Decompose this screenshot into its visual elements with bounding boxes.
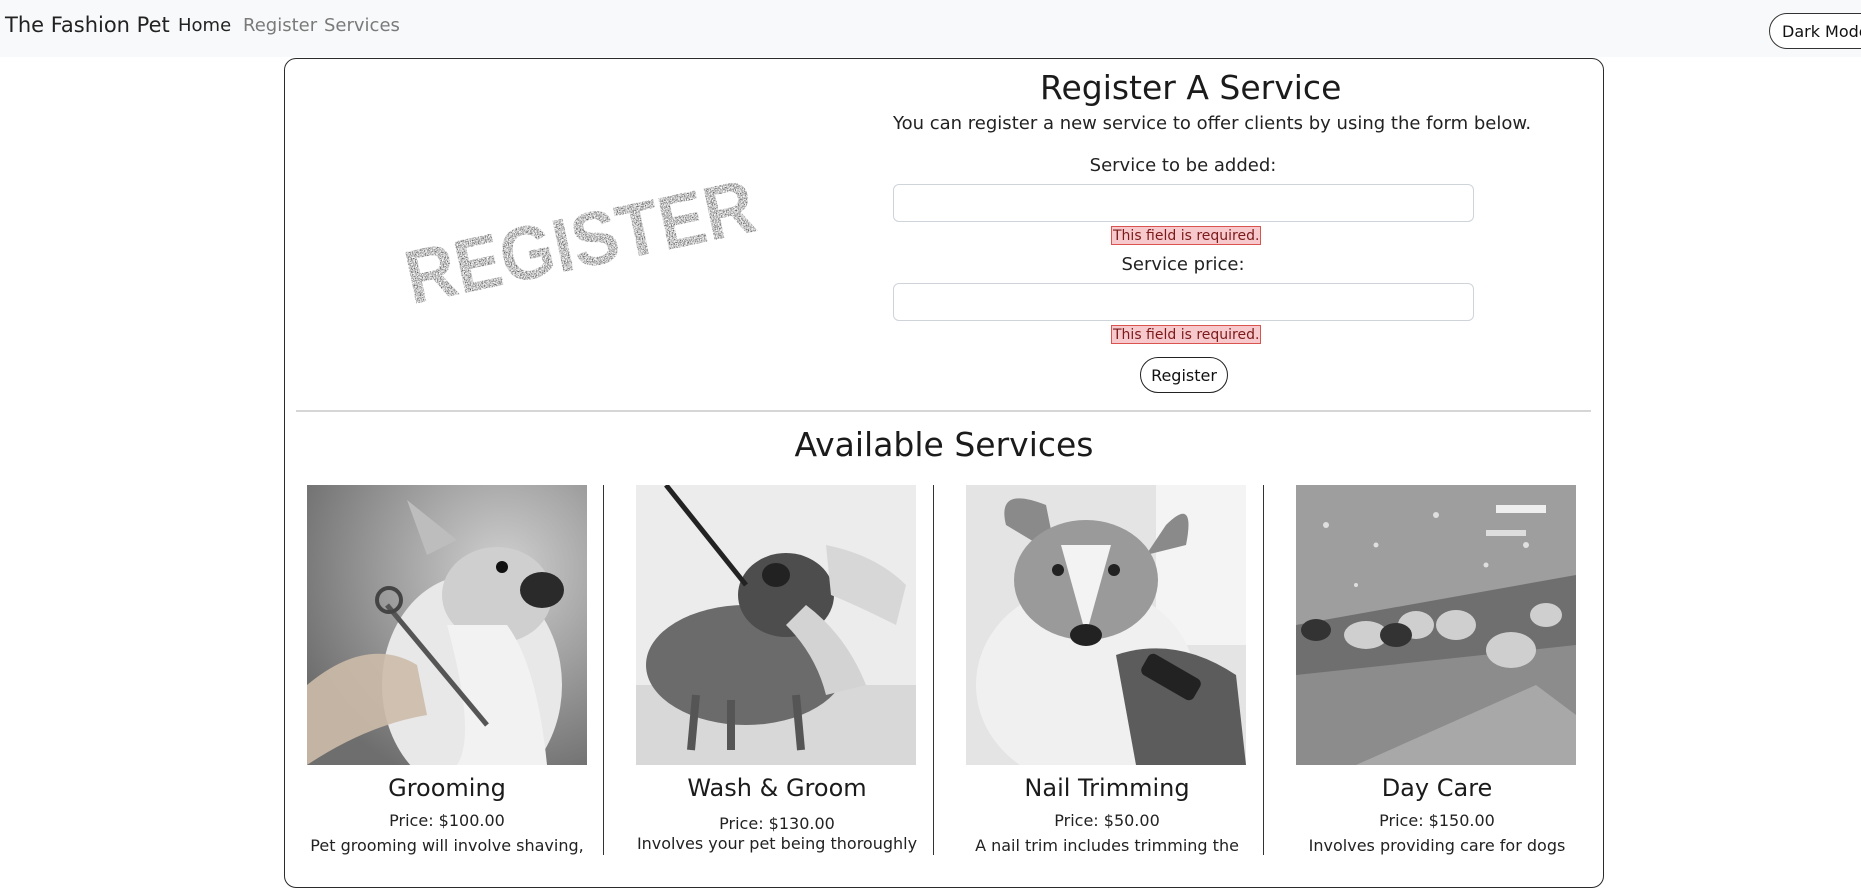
section-divider (296, 410, 1591, 412)
register-button[interactable]: Register (1140, 357, 1228, 393)
brand-link[interactable]: The Fashion Pet (5, 13, 170, 37)
navbar: The Fashion Pet Home Register Services D… (0, 0, 1861, 57)
nav-link-services[interactable]: Services (324, 15, 400, 36)
service-price: Price: $130.00 (719, 814, 835, 833)
service-price: Price: $100.00 (389, 811, 505, 830)
service-label: Service to be added: (1089, 155, 1277, 176)
service-description: Involves your pet being thoroughly (636, 834, 918, 853)
service-description: A nail trim includes trimming the (975, 836, 1239, 855)
wash-groom-image (636, 485, 916, 765)
nav-link-home[interactable]: Home (178, 15, 231, 36)
service-input[interactable] (893, 184, 1474, 222)
nail-trimming-image (966, 485, 1246, 765)
service-price: Price: $50.00 (1054, 811, 1160, 830)
nav-link-register[interactable]: Register (243, 15, 317, 36)
day-care-image (1296, 485, 1576, 765)
register-stamp-image: REGISTER (398, 168, 763, 316)
service-description: Pet grooming will involve shaving, (310, 836, 584, 855)
service-error: This field is required. (1111, 226, 1262, 245)
service-name: Wash & Groom (687, 774, 867, 802)
register-title: Register A Service (1040, 68, 1342, 107)
service-price: Price: $150.00 (1379, 811, 1495, 830)
service-description: Involves providing care for dogs (1308, 836, 1566, 855)
service-name: Nail Trimming (1024, 774, 1190, 802)
price-label: Service price: (1121, 254, 1245, 275)
register-description: You can register a new service to offer … (893, 113, 1532, 134)
service-name: Day Care (1381, 774, 1493, 802)
price-error: This field is required. (1111, 325, 1262, 344)
available-services-title: Available Services (794, 425, 1094, 464)
dark-mode-button[interactable]: Dark Mode (1769, 13, 1861, 49)
service-name: Grooming (388, 774, 506, 802)
price-input[interactable] (893, 283, 1474, 321)
register-stamp-text: REGISTER (398, 168, 763, 316)
grooming-image (307, 485, 587, 765)
